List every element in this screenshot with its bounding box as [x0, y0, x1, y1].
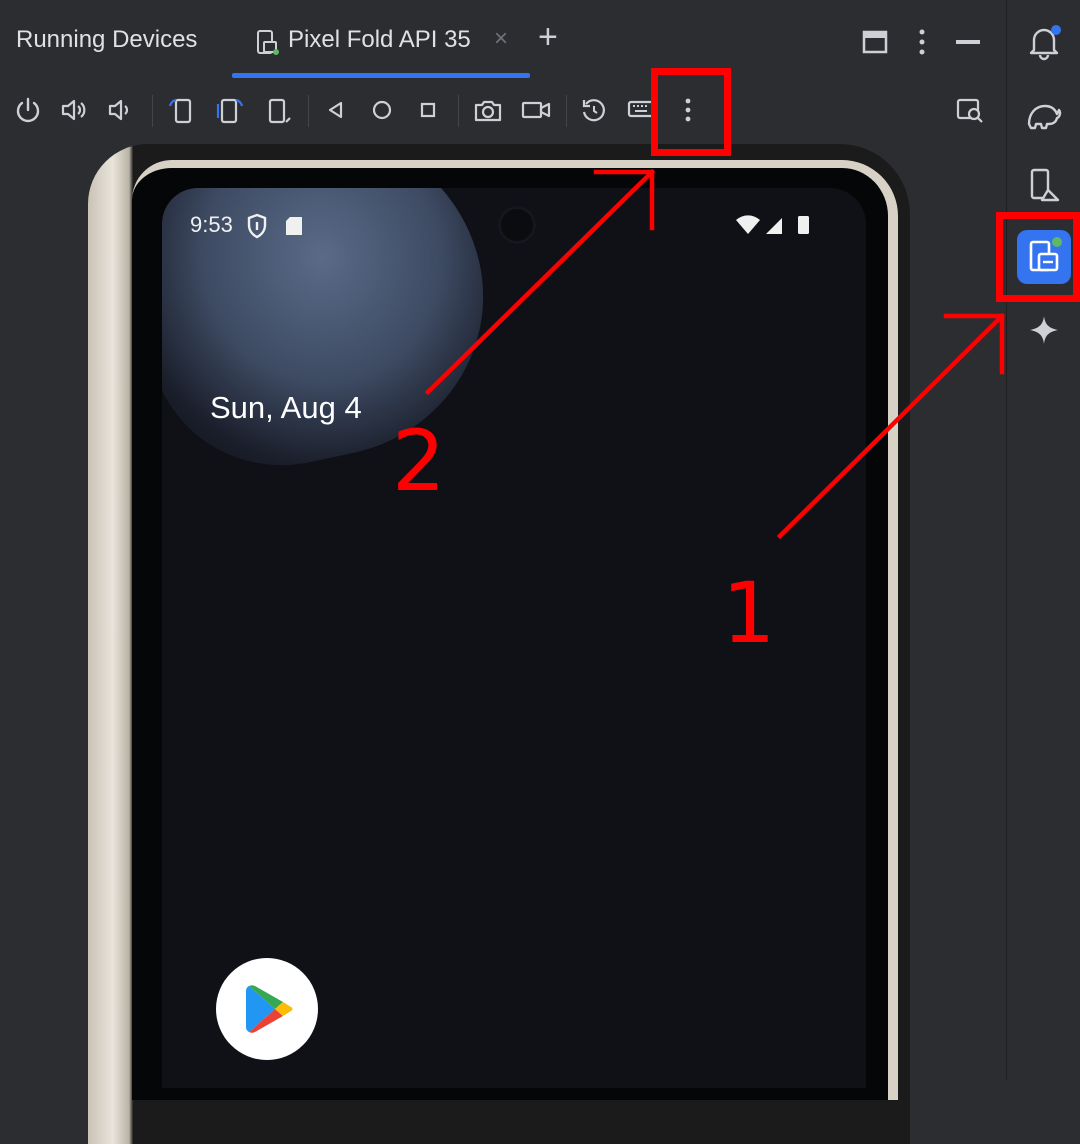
sd-card-icon — [284, 215, 304, 237]
device-manager-icon[interactable] — [1024, 166, 1064, 206]
power-icon[interactable] — [12, 94, 44, 126]
gradle-elephant-icon[interactable] — [1024, 94, 1064, 134]
overview-icon[interactable] — [412, 94, 444, 126]
annotation-box-1 — [996, 212, 1080, 302]
status-bar-time: 9:53 — [190, 212, 233, 237]
volume-down-icon[interactable] — [104, 94, 136, 126]
toolbar-separator — [458, 95, 459, 127]
tool-window-title: Running Devices — [16, 26, 198, 53]
toolbar-separator — [308, 95, 309, 127]
home-icon[interactable] — [366, 94, 398, 126]
annotation-label-1: 1 — [722, 564, 776, 662]
screen-record-icon[interactable] — [520, 94, 552, 126]
back-icon[interactable] — [320, 94, 352, 126]
fold-posture-icon[interactable] — [262, 94, 294, 126]
reset-icon[interactable] — [578, 94, 610, 126]
ai-sparkle-icon[interactable] — [1024, 310, 1064, 350]
device-tab-icon — [256, 30, 280, 56]
play-store-icon[interactable] — [216, 958, 318, 1060]
device-mirroring-icon[interactable] — [954, 94, 986, 126]
right-tool-stripe — [1006, 0, 1080, 1080]
front-camera — [498, 206, 536, 244]
more-vert-icon[interactable] — [912, 28, 932, 56]
rotate-left-icon[interactable] — [166, 94, 198, 126]
minimize-icon[interactable] — [956, 40, 980, 44]
window-icon[interactable] — [862, 30, 888, 54]
add-tab-button[interactable]: + — [538, 18, 558, 57]
tab-close-icon[interactable]: × — [494, 25, 508, 53]
active-tab-indicator — [232, 73, 530, 78]
status-icons — [734, 214, 814, 236]
toolbar-separator — [566, 95, 567, 127]
screenshot-icon[interactable] — [472, 94, 504, 126]
toolbar-separator — [152, 95, 153, 127]
notifications-icon[interactable] — [1024, 22, 1064, 62]
tab-label: Pixel Fold API 35 — [288, 26, 471, 53]
rotate-right-icon[interactable] — [214, 94, 246, 126]
volume-up-icon[interactable] — [58, 94, 90, 126]
annotation-box-2 — [651, 68, 731, 156]
shield-icon — [246, 213, 268, 239]
lockscreen-date: Sun, Aug 4 — [210, 390, 362, 425]
annotation-label-2: 2 — [392, 412, 446, 510]
